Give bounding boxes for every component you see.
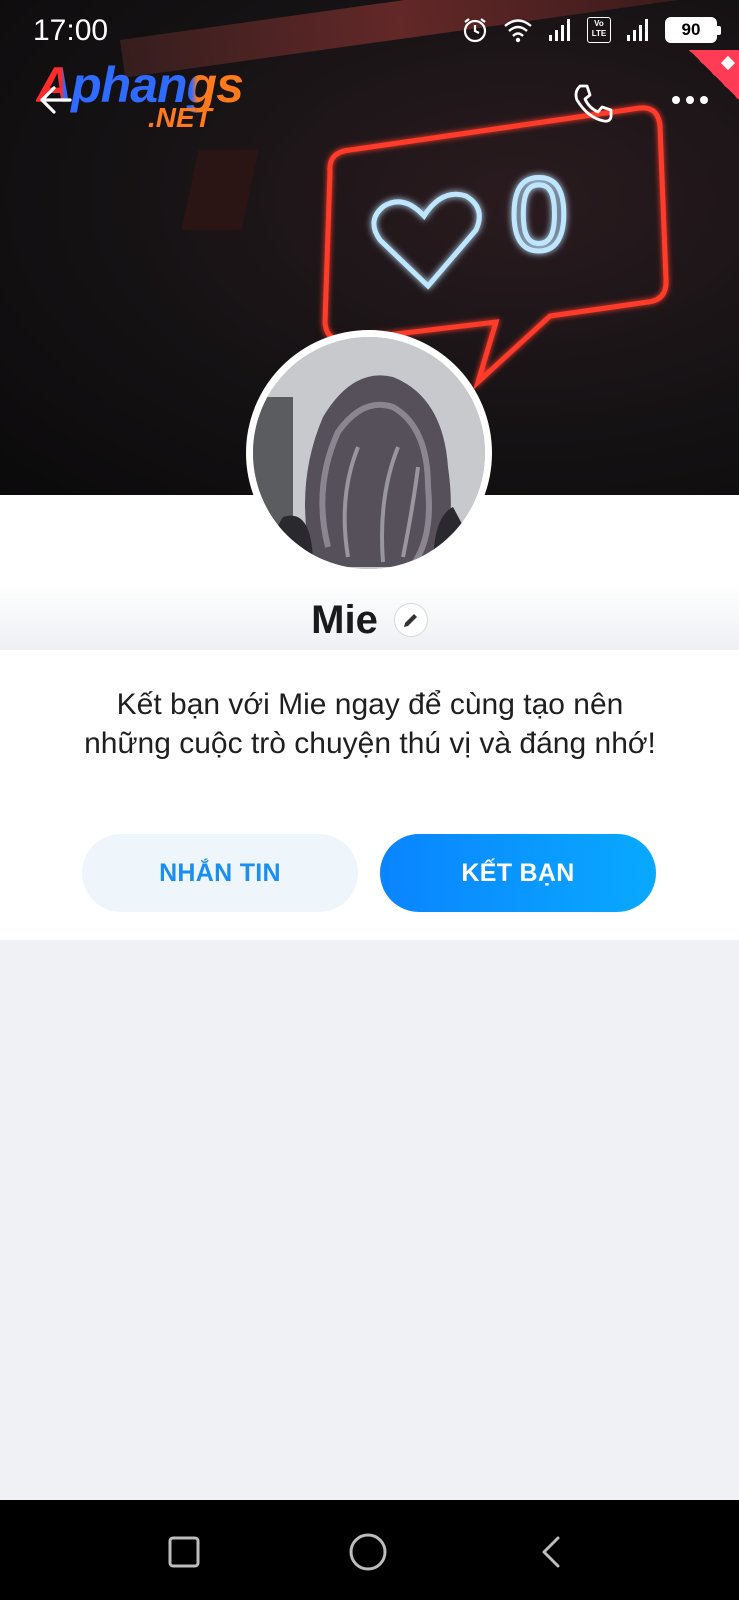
nav-back-button[interactable] <box>530 1530 574 1574</box>
volte-icon: Vo LTE <box>587 17 611 43</box>
profile-name: Mie <box>311 597 378 642</box>
signal-icon <box>549 19 570 41</box>
message-button[interactable]: NHẮN TIN <box>82 834 358 912</box>
corner-badge <box>689 50 739 100</box>
invite-message: Kết bạn với Mie ngay để cùng tạo nên nhữ… <box>84 688 656 760</box>
home-button[interactable] <box>346 1530 390 1574</box>
recent-apps-button[interactable] <box>162 1530 206 1574</box>
edit-name-button[interactable] <box>393 603 428 637</box>
wifi-icon <box>504 19 532 43</box>
phone-icon <box>574 84 613 123</box>
call-button[interactable] <box>568 78 618 128</box>
recent-apps-icon <box>168 1536 200 1568</box>
corner-badge-icon <box>720 55 736 71</box>
add-friend-button[interactable]: KẾT BẠN <box>380 834 656 912</box>
battery-level: 90 <box>681 20 701 39</box>
back-icon <box>542 1536 560 1568</box>
avatar[interactable] <box>246 330 492 576</box>
signal-icon <box>627 19 648 41</box>
status-bar: 17:00 Vo LTE 90 <box>0 0 739 62</box>
pencil-icon <box>403 614 417 627</box>
status-icons: Vo LTE 90 <box>461 16 721 44</box>
neon-count: 0 <box>510 157 568 273</box>
avatar-photo <box>253 337 485 569</box>
avatar-hair-image <box>253 337 485 569</box>
alarm-icon <box>463 18 487 43</box>
profile-name-row: Mie <box>0 592 739 648</box>
back-button[interactable] <box>34 78 78 122</box>
home-icon <box>349 1533 387 1571</box>
status-time: 17:00 <box>33 14 109 47</box>
watermark-line2: .NET <box>148 102 212 133</box>
battery-icon: 90 <box>665 17 721 43</box>
cover-beam-post <box>181 150 259 230</box>
back-arrow-icon <box>40 86 72 114</box>
